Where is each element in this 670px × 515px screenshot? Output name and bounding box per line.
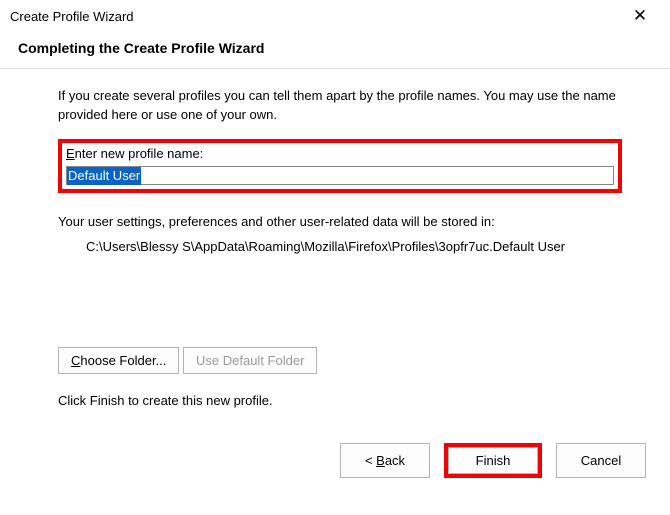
- titlebar: Create Profile Wizard ✕: [0, 0, 670, 32]
- storage-path: C:\Users\Blessy S\AppData\Roaming\Mozill…: [58, 238, 622, 257]
- choose-folder-button[interactable]: Choose Folder...: [58, 347, 179, 374]
- profile-input-wrapper: Default User: [66, 166, 614, 186]
- back-rest: ack: [385, 453, 405, 468]
- choose-folder-text: hoose Folder...: [80, 353, 166, 368]
- back-accelerator: B: [376, 453, 385, 468]
- back-button[interactable]: < Back: [340, 443, 430, 478]
- close-icon[interactable]: ✕: [620, 6, 660, 26]
- content-area: If you create several profiles you can t…: [0, 69, 670, 411]
- profile-label-text: nter new profile name:: [75, 146, 204, 161]
- window-title: Create Profile Wizard: [10, 9, 134, 24]
- finish-instruction: Click Finish to create this new profile.: [58, 392, 622, 411]
- cancel-button[interactable]: Cancel: [556, 443, 646, 478]
- finish-highlight: Finish: [444, 443, 542, 478]
- footer-buttons: < Back Finish Cancel: [0, 431, 670, 478]
- choose-folder-accelerator: C: [71, 353, 80, 368]
- page-title: Completing the Create Profile Wizard: [0, 32, 670, 68]
- profile-label-accelerator: E: [66, 146, 75, 161]
- storage-intro: Your user settings, preferences and othe…: [58, 213, 622, 232]
- profile-name-label: Enter new profile name:: [66, 145, 614, 164]
- use-default-folder-button: Use Default Folder: [183, 347, 317, 374]
- finish-button[interactable]: Finish: [448, 447, 538, 474]
- profile-name-input[interactable]: [66, 166, 614, 185]
- profile-name-section: Enter new profile name: Default User: [58, 139, 622, 194]
- intro-text: If you create several profiles you can t…: [58, 87, 622, 125]
- back-prefix: <: [365, 453, 376, 468]
- folder-buttons-row: Choose Folder... Use Default Folder: [58, 347, 622, 374]
